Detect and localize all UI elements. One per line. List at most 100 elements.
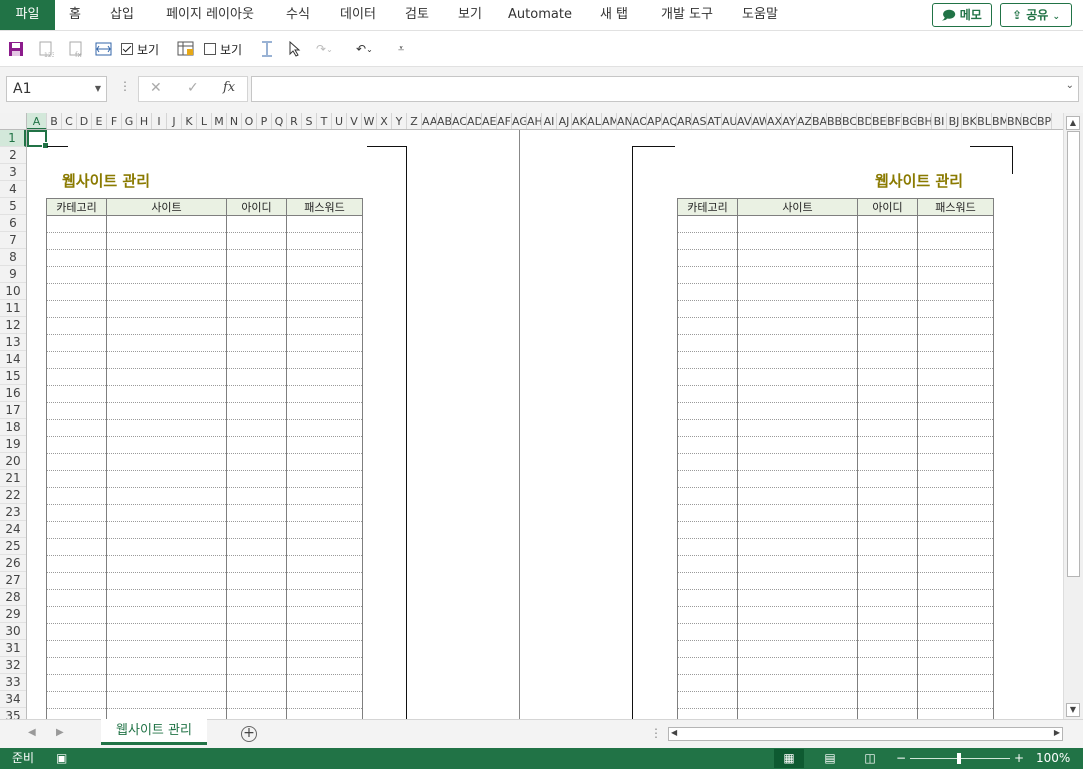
column-header[interactable]: AT [707, 113, 722, 129]
column-header[interactable]: AA [422, 113, 437, 129]
accessibility-icon[interactable]: ▣ [56, 748, 67, 769]
column-header[interactable]: AD [467, 113, 482, 129]
table-cell[interactable] [917, 589, 994, 607]
table-cell[interactable] [46, 487, 107, 505]
table-cell[interactable] [46, 623, 107, 641]
select-objects-icon[interactable] [288, 39, 302, 59]
column-header[interactable]: AC [452, 113, 467, 129]
paste-values-icon[interactable]: 123 [38, 39, 54, 59]
table-cell[interactable] [106, 419, 227, 437]
enter-icon[interactable]: ✓ [187, 80, 199, 96]
column-header[interactable]: X [377, 113, 392, 129]
table-cell[interactable] [737, 657, 858, 675]
table-cell[interactable] [286, 640, 363, 658]
table-cell[interactable] [46, 453, 107, 471]
table-cell[interactable] [106, 708, 227, 719]
scroll-up-icon[interactable]: ▲ [1066, 116, 1080, 130]
table-cell[interactable] [46, 283, 107, 301]
table-cell[interactable] [737, 419, 858, 437]
table-cell[interactable] [737, 504, 858, 522]
table-cell[interactable] [677, 249, 738, 267]
table-cell[interactable] [737, 436, 858, 454]
column-header[interactable]: AW [752, 113, 767, 129]
zoom-slider[interactable] [910, 753, 1010, 764]
table-cell[interactable] [917, 249, 994, 267]
table-cell[interactable] [286, 657, 363, 675]
table-cell[interactable] [226, 317, 287, 335]
table-cell[interactable] [857, 691, 918, 709]
row-header[interactable]: 13 [0, 334, 26, 351]
table-cell[interactable] [226, 691, 287, 709]
column-header[interactable]: BF [887, 113, 902, 129]
column-header[interactable]: P [257, 113, 272, 129]
table-cell[interactable] [46, 606, 107, 624]
table-cell[interactable] [737, 674, 858, 692]
table-cell[interactable] [677, 385, 738, 403]
column-header[interactable]: AV [737, 113, 752, 129]
table-cell[interactable] [677, 334, 738, 352]
table-cell[interactable] [106, 351, 227, 369]
scroll-right-icon[interactable]: ▶ [1054, 728, 1060, 737]
table-cell[interactable] [677, 691, 738, 709]
column-header[interactable]: BE [872, 113, 887, 129]
table-cell[interactable] [677, 351, 738, 369]
table-cell[interactable] [857, 504, 918, 522]
row-header[interactable]: 2 [0, 147, 26, 164]
column-header[interactable]: H [137, 113, 152, 129]
table-cell[interactable] [917, 283, 994, 301]
table-cell[interactable] [46, 691, 107, 709]
tab-new[interactable]: 새 탭 [592, 0, 636, 30]
table-cell[interactable] [46, 572, 107, 590]
table-cell[interactable] [857, 470, 918, 488]
tab-developer[interactable]: 개발 도구 [651, 0, 723, 30]
column-header[interactable]: BN [1007, 113, 1022, 129]
column-header[interactable]: J [167, 113, 182, 129]
table-cell[interactable] [286, 402, 363, 420]
table-cell[interactable] [917, 606, 994, 624]
table-cell[interactable] [106, 657, 227, 675]
table-cell[interactable] [46, 640, 107, 658]
tab-insert[interactable]: 삽입 [103, 0, 141, 30]
tab-data[interactable]: 데이터 [333, 0, 383, 30]
table-cell[interactable] [226, 487, 287, 505]
headings-view-toggle[interactable]: 보기 [204, 39, 242, 59]
row-header[interactable]: 32 [0, 657, 26, 674]
table-cell[interactable] [917, 691, 994, 709]
table-cell[interactable] [737, 487, 858, 505]
table-cell[interactable] [677, 300, 738, 318]
table-cell[interactable] [226, 368, 287, 386]
table-cell[interactable] [917, 674, 994, 692]
table-cell[interactable] [286, 351, 363, 369]
table-cell[interactable] [46, 334, 107, 352]
table-cell[interactable] [226, 351, 287, 369]
table-format-icon[interactable] [177, 39, 195, 59]
table-cell[interactable] [677, 640, 738, 658]
table-cell[interactable] [226, 640, 287, 658]
row-header[interactable]: 4 [0, 181, 26, 198]
table-cell[interactable] [857, 436, 918, 454]
row-header[interactable]: 17 [0, 402, 26, 419]
row-header[interactable]: 7 [0, 232, 26, 249]
next-sheet-icon[interactable]: ▶ [56, 727, 64, 738]
row-header[interactable]: 1 [0, 130, 26, 147]
table-cell[interactable] [286, 504, 363, 522]
row-header[interactable]: 10 [0, 283, 26, 300]
table-cell[interactable] [737, 283, 858, 301]
add-sheet-icon[interactable]: + [241, 726, 257, 742]
table-cell[interactable] [226, 215, 287, 233]
row-header[interactable]: 34 [0, 691, 26, 708]
undo-icon[interactable]: ↶ ⌄ [356, 39, 373, 59]
table-cell[interactable] [286, 691, 363, 709]
table-cell[interactable] [677, 215, 738, 233]
table-cell[interactable] [46, 674, 107, 692]
table-cell[interactable] [226, 266, 287, 284]
column-header[interactable]: AH [527, 113, 542, 129]
table-cell[interactable] [917, 538, 994, 556]
table-cell[interactable] [226, 589, 287, 607]
table-cell[interactable] [737, 572, 858, 590]
row-header[interactable]: 29 [0, 606, 26, 623]
table-cell[interactable] [737, 249, 858, 267]
table-cell[interactable] [286, 300, 363, 318]
row-height-icon[interactable] [259, 39, 275, 59]
prev-sheet-icon[interactable]: ◀ [28, 727, 36, 738]
